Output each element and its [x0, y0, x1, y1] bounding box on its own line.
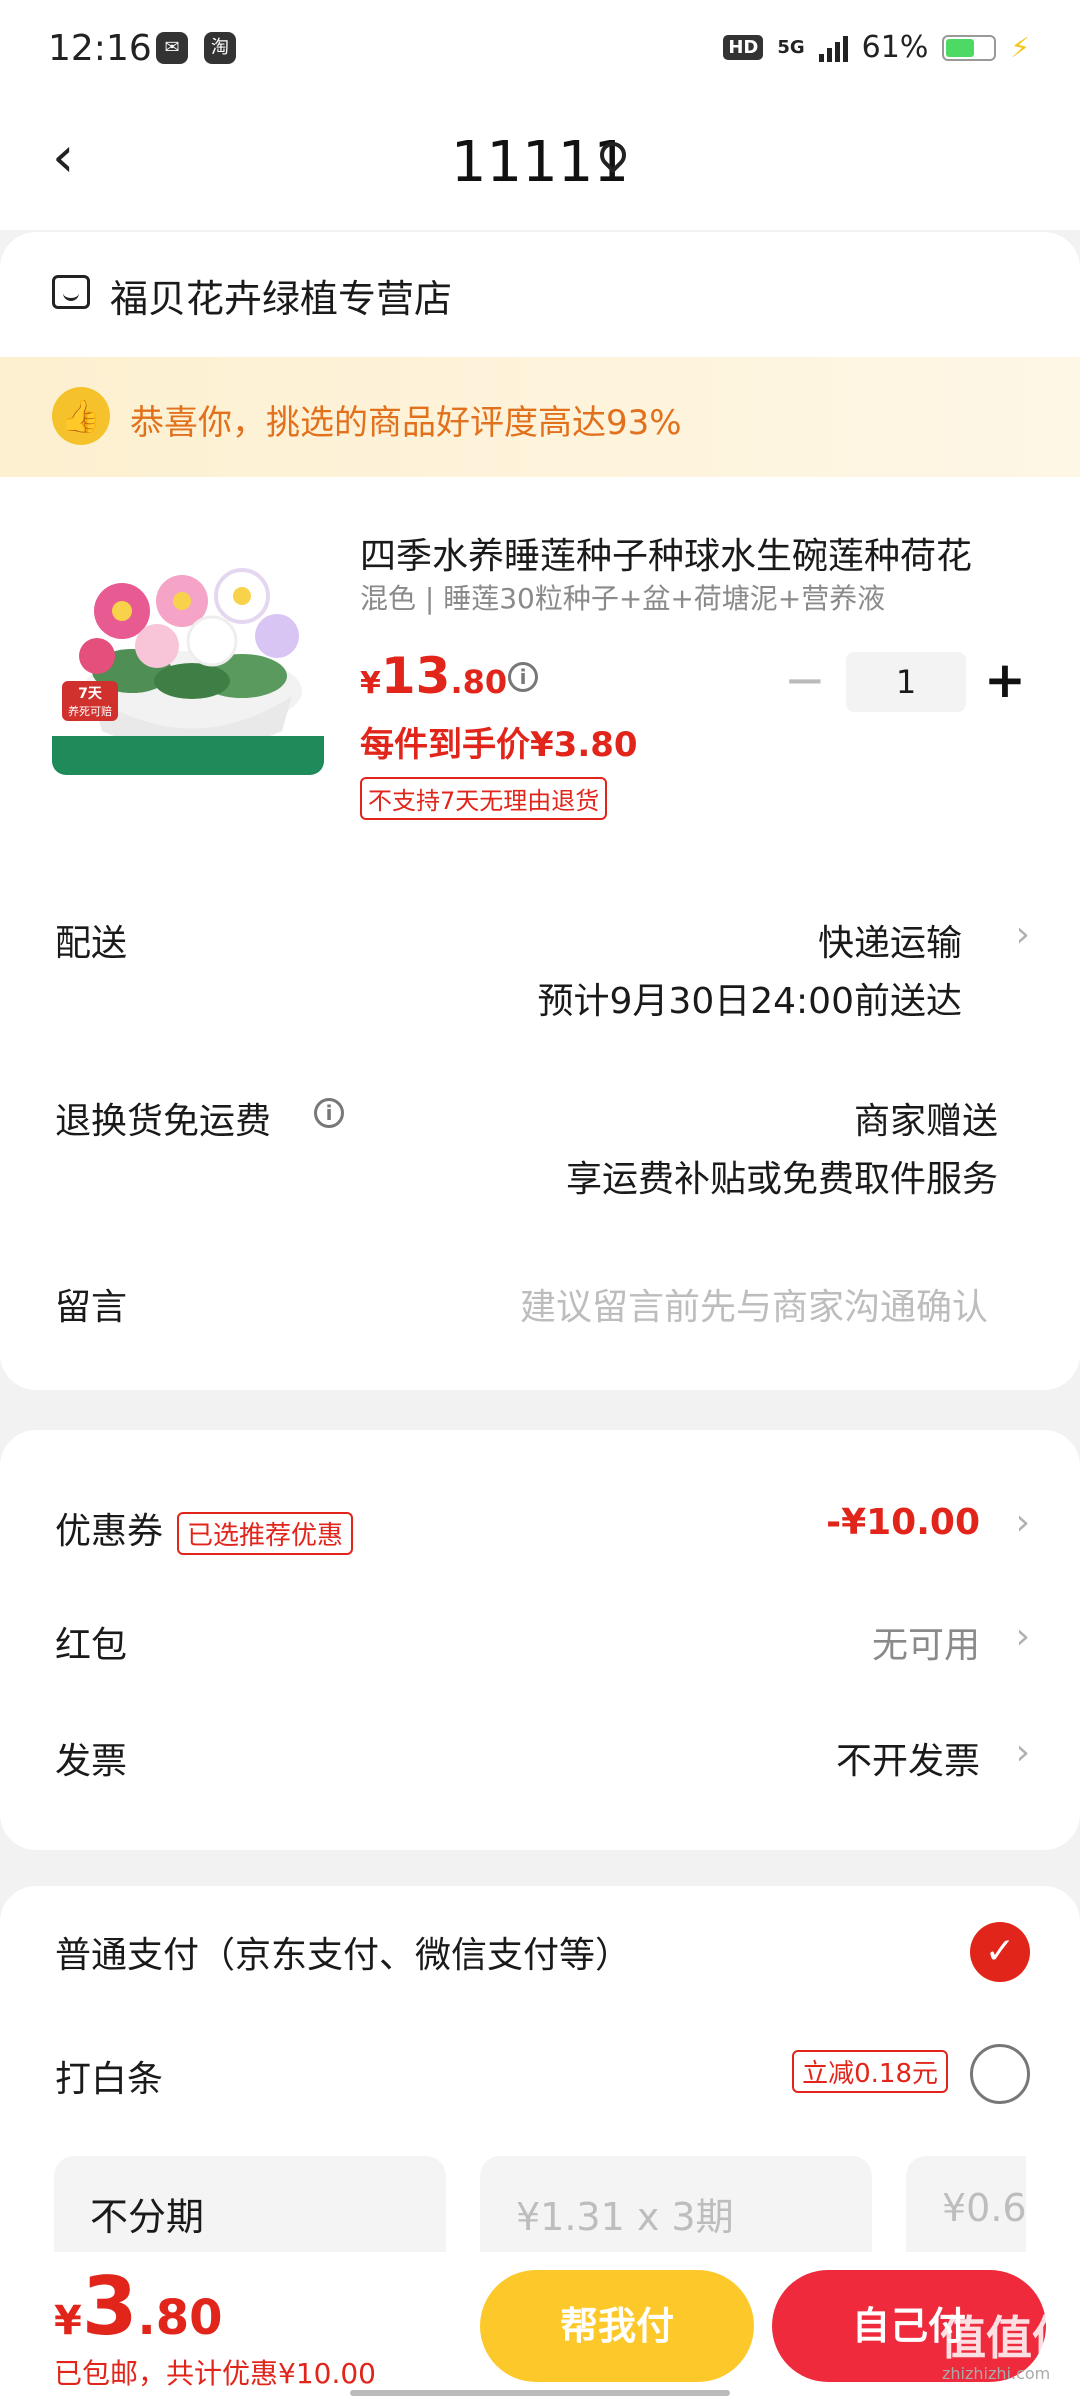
chevron-right-icon: ›	[1015, 1732, 1030, 1773]
signal-icon	[818, 34, 848, 62]
lotus-pot-illustration	[52, 531, 324, 775]
thumbs-up-icon: 👍	[52, 387, 110, 445]
price-integer: 13	[380, 647, 451, 705]
rating-banner: 👍 恭喜你，挑选的商品好评度高达93%	[0, 357, 1080, 477]
payment-card: 普通支付（京东支付、微信支付等） ✓ 打白条 立减0.18元 不分期 ¥1.31…	[0, 1886, 1080, 2296]
shop-name[interactable]: 福贝花卉绿植专营店	[110, 268, 452, 323]
status-right: HD 5G 61% ⚡	[723, 30, 1030, 65]
quantity-stepper: − 1 +	[780, 652, 1030, 712]
baitiao-tag: 立减0.18元	[792, 2050, 948, 2093]
plan-label: ¥0.6	[942, 2186, 1026, 2230]
redpacket-label: 红包	[55, 1625, 128, 1666]
total-decimal: .80	[137, 2290, 223, 2346]
chevron-right-icon: ›	[1015, 1502, 1030, 1543]
hd-badge: HD	[723, 35, 764, 60]
network-label: 5G	[777, 37, 805, 58]
price-symbol: ¥	[360, 666, 381, 701]
product-item: 7天 养死可赔 四季水养睡莲种子种球水生碗莲种荷花 混色 | 睡莲30粒种子+盆…	[0, 477, 1080, 837]
radio-unselected-icon[interactable]	[970, 2044, 1030, 2104]
baitiao-label: 打白条	[55, 2059, 164, 2100]
delivery-label: 配送	[55, 923, 128, 964]
coupon-tag: 已选推荐优惠	[177, 1511, 354, 1555]
help-pay-button[interactable]: 帮我付	[480, 2270, 754, 2382]
total-symbol: ¥	[54, 2298, 82, 2344]
chevron-right-icon: ›	[1015, 914, 1030, 955]
nav-bar: ‹ 11111	[0, 100, 1080, 230]
return-shipping-label: 退换货免运费	[55, 1101, 272, 1142]
discount-card: 优惠券 已选推荐优惠 -¥10.00 › 红包 无可用 › 发票 不开发票 ›	[0, 1430, 1080, 1850]
return-shipping-value: 商家赠送	[853, 1101, 998, 1142]
return-shipping-desc: 享运费补贴或免费取件服务	[565, 1159, 998, 1200]
rating-banner-text: 恭喜你，挑选的商品好评度高达93%	[130, 403, 682, 443]
home-indicator[interactable]	[350, 2390, 730, 2396]
return-policy-badge: 不支持7天无理由退货	[360, 777, 608, 820]
message-input[interactable]: 建议留言前先与商家沟通确认	[520, 1278, 988, 1330]
battery-percent: 61%	[861, 30, 929, 65]
shop-row[interactable]: 福贝花卉绿植专营店	[0, 232, 1080, 357]
coupon-value[interactable]: -¥10.00	[826, 1502, 980, 1543]
product-price: ¥13.80	[360, 647, 507, 705]
coupon-label: 优惠券 已选推荐优惠	[55, 1502, 354, 1555]
chevron-right-icon: ›	[1015, 1616, 1030, 1657]
plan-label: 不分期	[90, 2195, 205, 2239]
coupon-label-text: 优惠券	[55, 1511, 164, 1552]
charging-icon: ⚡	[1010, 31, 1030, 64]
product-title[interactable]: 四季水养睡莲种子种球水生碗莲种荷花	[360, 527, 1030, 579]
status-time: 12:16	[48, 28, 152, 69]
price-info-icon[interactable]: i	[508, 662, 538, 692]
plan-label: ¥1.31 x 3期	[516, 2195, 734, 2239]
page-title[interactable]: 11111	[0, 130, 1080, 195]
price-decimal: .80	[450, 663, 508, 701]
total-integer: 3	[81, 2260, 138, 2353]
per-item-price: 每件到手价¥3.80	[360, 725, 638, 765]
total-note: 已包邮，共计优惠¥10.00	[54, 2357, 376, 2390]
decrease-button[interactable]: −	[780, 652, 830, 712]
delivery-eta: 预计9月30日24:00前送达	[537, 981, 962, 1022]
watermark-url: zhizhizhi.com	[942, 2364, 1051, 2383]
taobao-icon: 淘	[204, 32, 236, 64]
delivery-method[interactable]: 快递运输	[818, 914, 962, 966]
quantity-value[interactable]: 1	[846, 652, 966, 712]
return-info-icon[interactable]: i	[314, 1098, 344, 1128]
redpacket-value[interactable]: 无可用	[872, 1616, 980, 1668]
watermark-logo: 值值值	[940, 2311, 1078, 2365]
message-label: 留言	[55, 1287, 128, 1328]
product-spec[interactable]: 混色 | 睡莲30粒种子+盆+荷塘泥+营养液	[360, 577, 885, 617]
order-card: 福贝花卉绿植专营店 👍 恭喜你，挑选的商品好评度高达93% 7天 养死可赔 四季…	[0, 232, 1080, 1390]
total-price: ¥3.80	[54, 2260, 223, 2353]
badge-guarantee: 养死可赔	[68, 705, 112, 718]
battery-icon	[942, 34, 997, 61]
status-bar: 12:16 ✉ 淘 HD 5G 61% ⚡	[0, 0, 1080, 100]
product-image[interactable]: 7天 养死可赔	[52, 531, 324, 775]
store-icon	[52, 275, 90, 309]
increase-button[interactable]: +	[980, 652, 1030, 712]
checkout-bar: ¥3.80 已包邮，共计优惠¥10.00 帮我付 自己付 值值值 zhizhiz…	[0, 2252, 1080, 2400]
check-selected-icon[interactable]: ✓	[970, 1922, 1030, 1982]
battery-fill	[946, 38, 975, 57]
wechat-icon: ✉	[156, 32, 188, 64]
invoice-label: 发票	[55, 1741, 128, 1782]
badge-7days: 7天	[78, 686, 102, 702]
invoice-value[interactable]: 不开发票	[836, 1732, 980, 1784]
normal-pay-label: 普通支付（京东支付、微信支付等）	[55, 1935, 632, 1976]
